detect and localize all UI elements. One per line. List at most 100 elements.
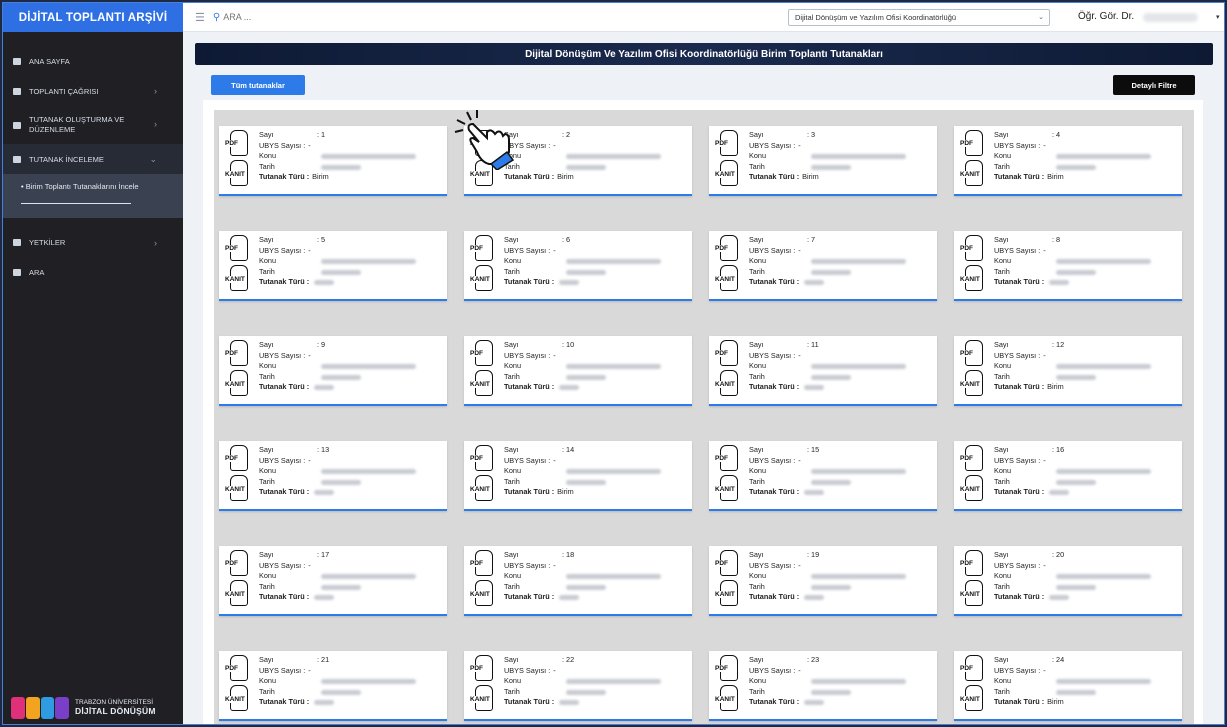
field-label: Konu — [504, 466, 522, 475]
card-subject-redacted: x — [1052, 571, 1172, 582]
minute-card[interactable]: PDFKANITSayı: 21UBYS Sayısı :-KonuxTarih… — [219, 651, 447, 721]
card-date-redacted: x — [807, 582, 927, 593]
card-type: Birim — [802, 172, 819, 181]
unit-select[interactable]: Dijital Dönüşüm ve Yazılım Ofisi Koordin… — [788, 9, 1050, 26]
divider — [21, 202, 131, 204]
minute-card[interactable]: PDFKANITSayı: 4UBYS Sayısı :-KonuxTarihx… — [954, 126, 1182, 196]
card-fields: Sayı: 22 UBYS Sayısı :- Konu x Tarih x Tutanak… — [504, 655, 682, 708]
card-fields: Sayı: 16 UBYS Sayısı :- Konu x Tarih x Tutanak… — [994, 445, 1172, 498]
field-label: Sayı — [749, 550, 764, 559]
sidebar-item-permissions[interactable]: YETKİLER › — [3, 228, 183, 258]
card-date-redacted: x — [807, 267, 927, 278]
minute-card[interactable]: PDFKANITSayı: 17UBYS Sayısı :-KonuxTarih… — [219, 546, 447, 616]
sidebar-item-label: TOPLANTI ÇAĞRISI — [29, 86, 99, 96]
sidebar-submenu: Birim Toplantı Tutanaklarını İncele — [3, 174, 183, 218]
card-fields: Sayı: 14 UBYS Sayısı :- Konu x Tarih x Tutanak… — [504, 445, 682, 498]
card-subject-redacted: x — [317, 571, 437, 582]
card-type: Birim — [1047, 697, 1064, 706]
user-menu-caret-icon[interactable]: ▾ — [1216, 13, 1220, 21]
card-fields: Sayı: 24 UBYS Sayısı :- Konu x Tarih x Tutanak… — [994, 655, 1172, 708]
minute-card[interactable]: PDFKANITSayı: 8UBYS Sayısı :-KonuxTarihx… — [954, 231, 1182, 301]
minute-card[interactable]: PDFKANITSayı: 24UBYS Sayısı :-KonuxTarih… — [954, 651, 1182, 721]
field-label: Konu — [259, 571, 277, 580]
field-label: Tarih — [259, 686, 275, 696]
field-label: UBYS Sayısı : — [259, 455, 306, 465]
sidebar-item-home[interactable]: ANA SAYFA — [3, 46, 183, 76]
minute-card[interactable]: PDFKANITSayı: 7UBYS Sayısı :-KonuxTarihx… — [709, 231, 937, 301]
minute-card[interactable]: PDFKANITSayı: 10UBYS Sayısı :-KonuxTarih… — [464, 336, 692, 406]
field-label: UBYS Sayısı : — [749, 350, 796, 360]
minute-card[interactable]: PDFKANITSayı: 22UBYS Sayısı :-KonuxTarih… — [464, 651, 692, 721]
minute-card[interactable]: PDFKANITSayı: 15UBYS Sayısı :-KonuxTarih… — [709, 441, 937, 511]
card-number: : 18 — [562, 550, 575, 559]
card-ubys: - — [798, 560, 801, 570]
search-input[interactable] — [223, 12, 344, 22]
card-date-redacted: x — [317, 372, 437, 383]
logo-line2: DİJİTAL DÖNÜŞÜM — [75, 705, 156, 716]
sidebar-item-create-edit[interactable]: TUTANAK OLUŞTURMA VE DÜZENLEME › — [3, 106, 183, 144]
card-ubys: - — [798, 455, 801, 465]
main-content: Dijital Dönüşüm Ve Yazılım Ofisi Koordin… — [183, 32, 1224, 724]
minute-card[interactable]: PDFKANITSayı: 13UBYS Sayısı :-KonuxTarih… — [219, 441, 447, 511]
minute-card[interactable]: PDFKANITSayı: 16UBYS Sayısı :-KonuxTarih… — [954, 441, 1182, 511]
field-label: Tutanak Türü : — [749, 277, 800, 286]
minute-card[interactable]: PDFKANITSayı: 3UBYS Sayısı :-KonuxTarihx… — [709, 126, 937, 196]
card-type: Birim — [557, 697, 581, 708]
minute-card[interactable]: PDFKANITSayı: 14UBYS Sayısı :-KonuxTarih… — [464, 441, 692, 511]
field-label: Tarih — [994, 581, 1010, 591]
field-label: UBYS Sayısı : — [259, 245, 306, 255]
chevron-down-icon: ⌄ — [1038, 14, 1044, 21]
minute-card[interactable]: PDFKANITSayı: 6UBYS Sayısı :-KonuxTarihx… — [464, 231, 692, 301]
card-date-redacted: x — [1052, 372, 1172, 383]
minute-card[interactable]: PDFKANITSayı: 18UBYS Sayısı :-KonuxTarih… — [464, 546, 692, 616]
field-label: UBYS Sayısı : — [994, 455, 1041, 465]
field-label: UBYS Sayısı : — [504, 560, 551, 570]
field-label: Sayı — [749, 340, 764, 349]
minute-card[interactable]: PDFKANITSayı: 20UBYS Sayısı :-KonuxTarih… — [954, 546, 1182, 616]
card-ubys: - — [798, 245, 801, 255]
minute-card[interactable]: PDFKANITSayı: 12UBYS Sayısı :-KonuxTarih… — [954, 336, 1182, 406]
minute-card[interactable]: PDFKANITSayı: 23UBYS Sayısı :-KonuxTarih… — [709, 651, 937, 721]
minute-card[interactable]: PDFKANITSayı: 19UBYS Sayısı :-KonuxTarih… — [709, 546, 937, 616]
field-label: Konu — [504, 361, 522, 370]
field-label: Tutanak Türü : — [994, 382, 1045, 391]
card-ubys: - — [553, 245, 556, 255]
card-fields: Sayı: 19 UBYS Sayısı :- Konu x Tarih x Tutanak… — [749, 550, 927, 603]
minute-card[interactable]: PDFKANITSayı: 1UBYS Sayısı :-KonuxTarihx… — [219, 126, 447, 196]
card-number: : 2 — [562, 130, 571, 139]
card-fields: Sayı: 2UBYS Sayısı :-KonuxTarihxTutanak … — [504, 130, 682, 183]
field-label: Sayı — [994, 445, 1009, 454]
minute-card[interactable]: PDFKANITSayı: 5UBYS Sayısı :-KonuxTarihx… — [219, 231, 447, 301]
card-date-redacted: x — [317, 477, 437, 488]
app-brand[interactable]: DİJİTAL TOPLANTI ARŞİVİ — [3, 3, 183, 32]
field-label: Tarih — [749, 686, 765, 696]
field-label: UBYS Sayısı : — [749, 245, 796, 255]
card-date-redacted: x — [562, 162, 682, 173]
minute-card[interactable]: PDFKANITSayı: 9UBYS Sayısı :-KonuxTarihx… — [219, 336, 447, 406]
sidebar-subitem-review-minutes[interactable]: Birim Toplantı Tutanaklarını İncele — [21, 182, 173, 193]
sidebar-item-search[interactable]: ARA — [3, 258, 183, 288]
card-subject-redacted: x — [562, 676, 682, 687]
field-label: Konu — [259, 676, 277, 685]
field-label: Tutanak Türü : — [504, 697, 555, 706]
card-number: : 21 — [317, 655, 330, 664]
field-label: Tutanak Türü : — [504, 277, 555, 286]
field-label: Sayı — [994, 550, 1009, 559]
field-label: Tarih — [504, 266, 520, 276]
field-label: Konu — [749, 571, 767, 580]
card-number: : 12 — [1052, 340, 1065, 349]
sidebar-item-meeting-call[interactable]: TOPLANTI ÇAĞRISI › — [3, 76, 183, 106]
field-label: Tarih — [749, 476, 765, 486]
card-ubys: - — [798, 350, 801, 360]
menu-toggle-icon[interactable]: ☰ — [195, 11, 205, 24]
sidebar-item-review[interactable]: TUTANAK İNCELEME ⌄ — [3, 144, 183, 174]
minute-card[interactable]: PDFKANITSayı: 11UBYS Sayısı :-KonuxTarih… — [709, 336, 937, 406]
field-label: Tutanak Türü : — [504, 382, 555, 391]
card-subject-redacted: x — [317, 256, 437, 267]
card-fields: Sayı: 17 UBYS Sayısı :- Konu x Tarih x Tutanak… — [259, 550, 437, 603]
user-name[interactable]: Öğr. Gör. Dr. — [1078, 11, 1134, 22]
card-type: Birim — [557, 487, 574, 496]
detailed-filter-button[interactable]: Detaylı Filtre — [1113, 75, 1195, 95]
tab-all-minutes[interactable]: Tüm tutanaklar — [211, 75, 305, 95]
field-label: Sayı — [994, 130, 1009, 139]
